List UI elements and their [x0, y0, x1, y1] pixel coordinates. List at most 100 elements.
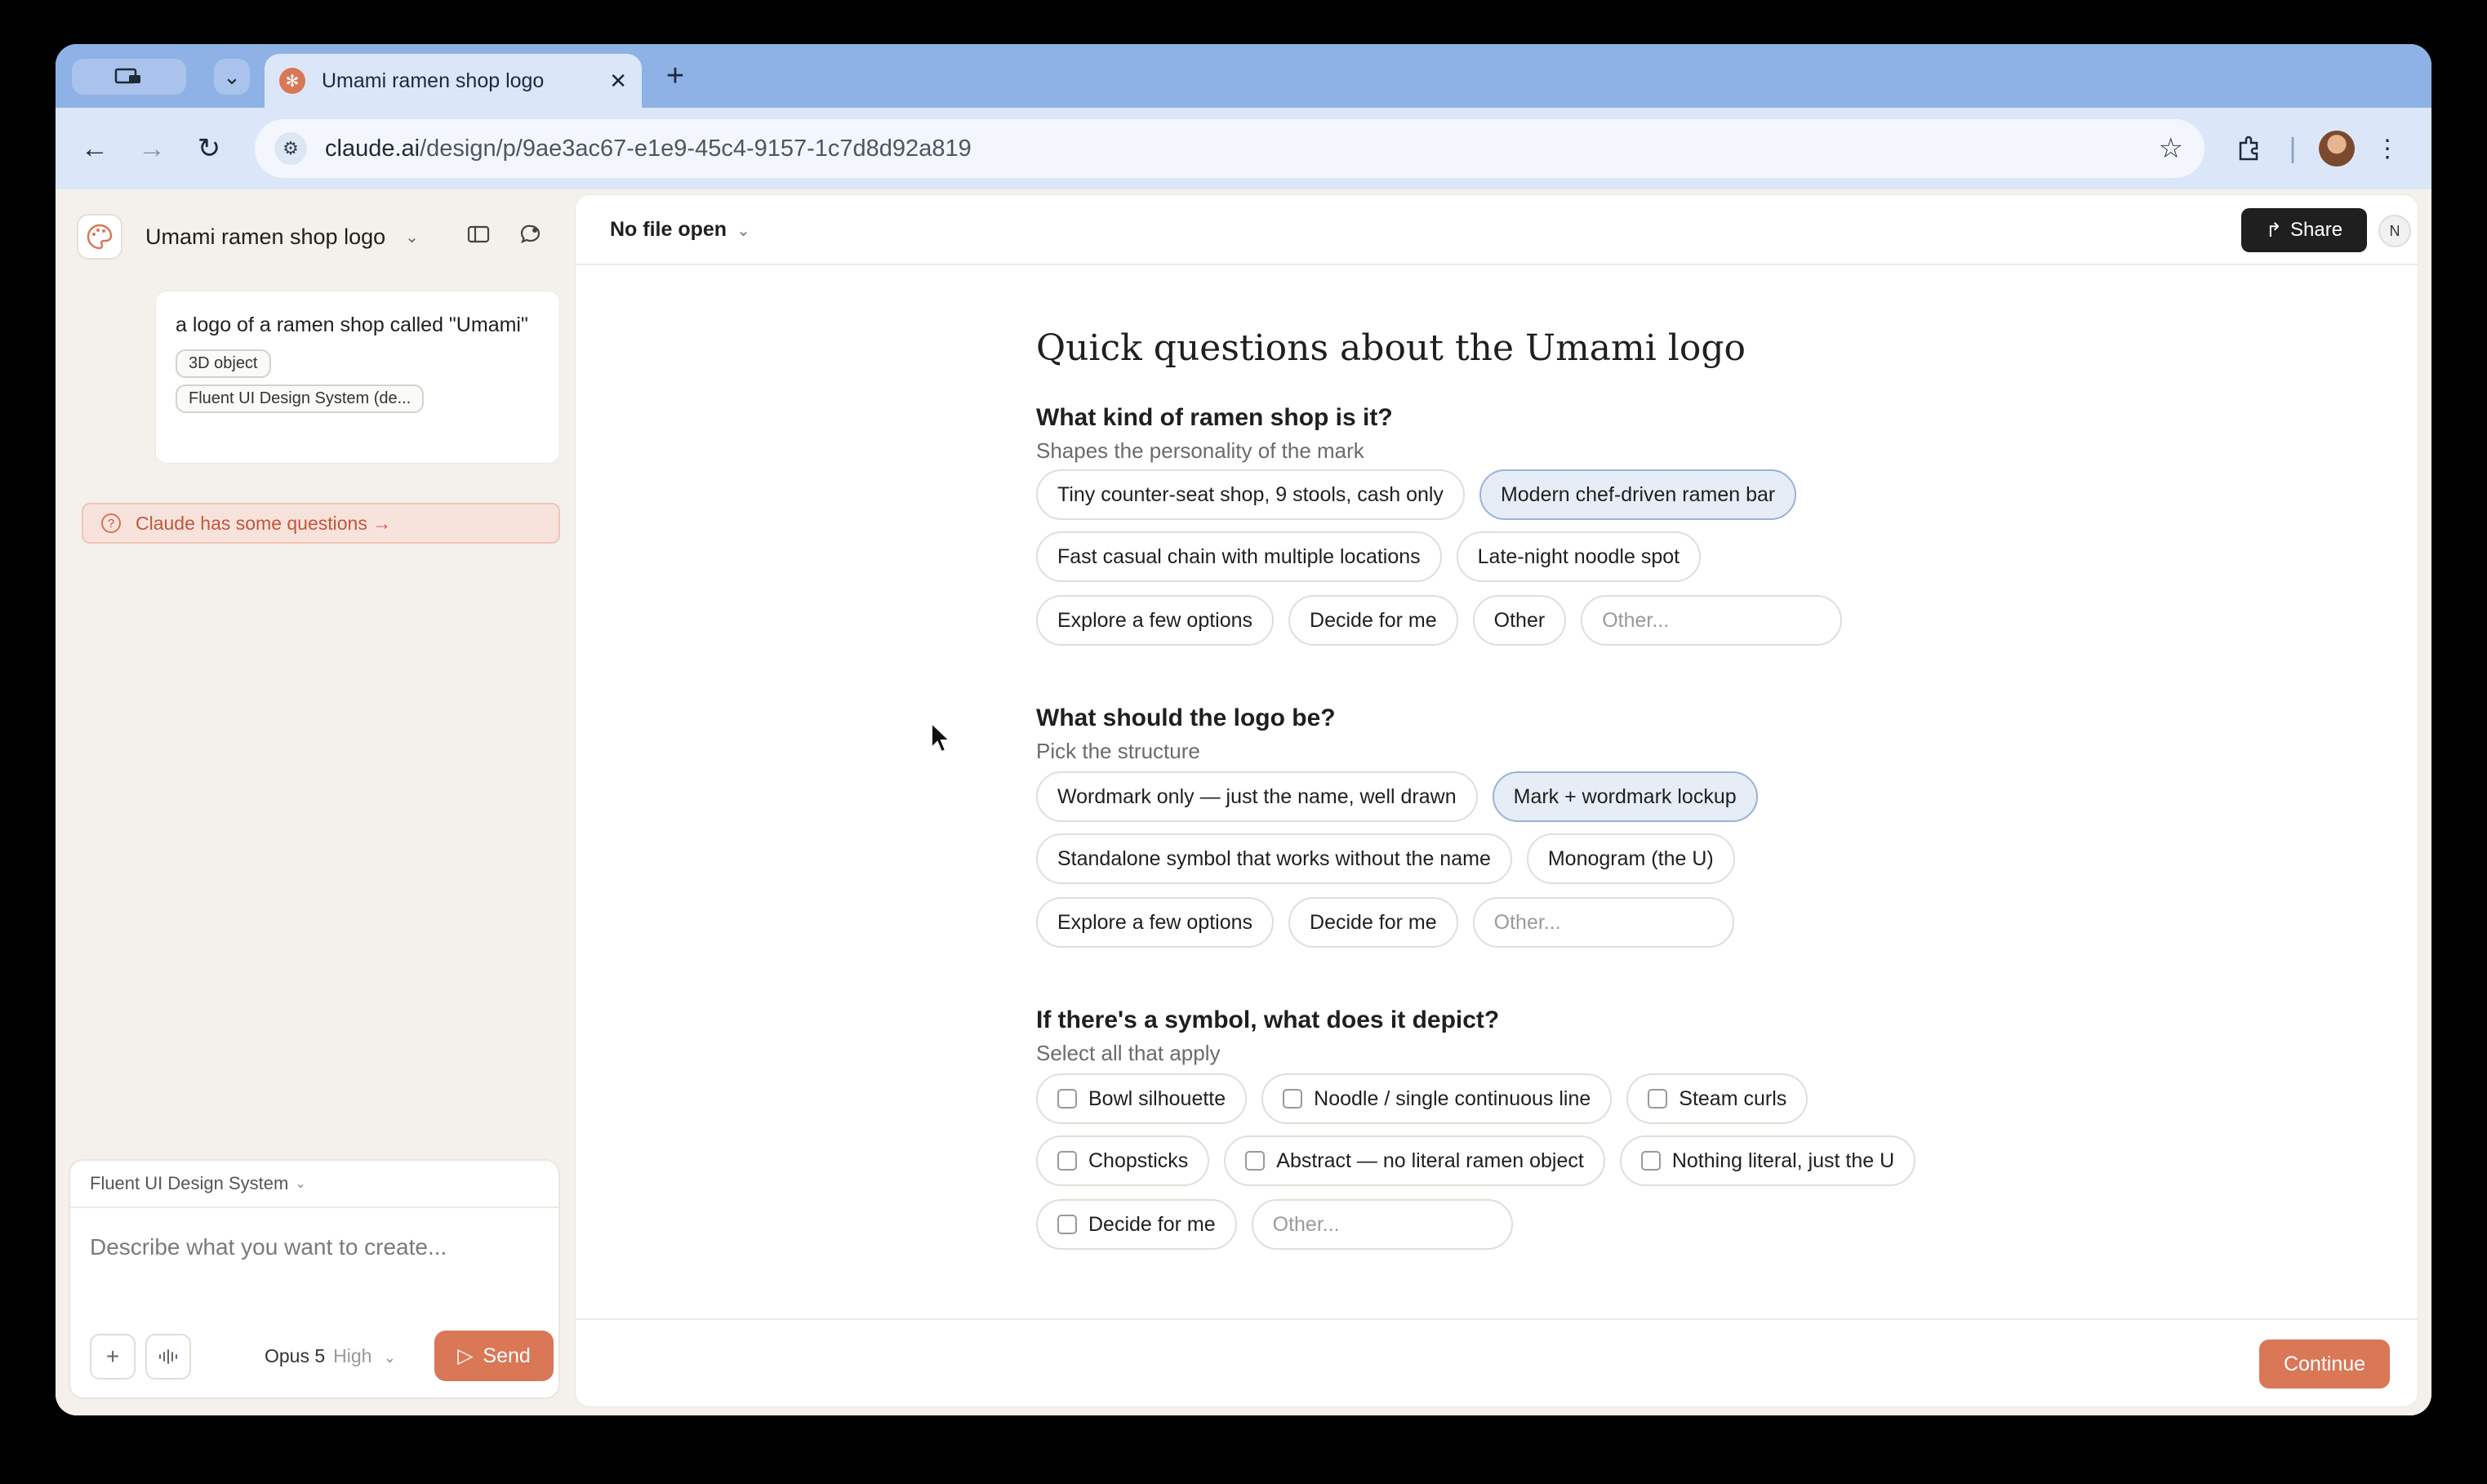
- tab-search-icon[interactable]: [72, 59, 186, 95]
- option-chip[interactable]: Wordmark only — just the name, well draw…: [1036, 771, 1478, 822]
- option-row: Explore a few options Decide for me Othe…: [1036, 595, 1843, 646]
- other-input[interactable]: Other...: [1472, 897, 1734, 948]
- checkbox-option[interactable]: Decide for me: [1036, 1199, 1237, 1250]
- effort-level: High: [333, 1345, 372, 1366]
- profile-avatar[interactable]: [2316, 127, 2358, 170]
- mouse-cursor-icon: [931, 722, 952, 753]
- add-attachment-button[interactable]: +: [90, 1334, 136, 1380]
- checkbox[interactable]: [1640, 1151, 1661, 1171]
- design-system-selector[interactable]: Fluent UI Design System ⌄: [70, 1161, 558, 1208]
- option-row: Chopsticks Abstract — no literal ramen o…: [1036, 1135, 1916, 1186]
- option-chip[interactable]: Late-night noodle spot: [1456, 531, 1702, 582]
- question-subtitle: Select all that apply: [1036, 1041, 1221, 1065]
- checkbox-option[interactable]: Nothing literal, just the U: [1619, 1135, 1916, 1186]
- option-row: Standalone symbol that works without the…: [1036, 833, 1735, 884]
- extensions-icon[interactable]: [2229, 127, 2270, 170]
- option-chip[interactable]: Monogram (the U): [1526, 833, 1735, 884]
- share-label: Share: [2290, 219, 2343, 241]
- main-panel: No file open ⌄ ↱ Share N Quick questions …: [575, 194, 2418, 1407]
- tab-close-icon[interactable]: ✕: [609, 69, 627, 94]
- send-icon: ▷: [457, 1344, 474, 1367]
- forward-icon[interactable]: →: [132, 129, 171, 168]
- checkbox-option[interactable]: Chopsticks: [1036, 1135, 1210, 1186]
- checkbox-label: Bowl silhouette: [1088, 1086, 1226, 1110]
- checkbox-option[interactable]: Bowl silhouette: [1036, 1073, 1248, 1124]
- file-selector-label: No file open: [610, 218, 727, 241]
- design-system-label: Fluent UI Design System: [90, 1173, 289, 1193]
- checkbox[interactable]: [1057, 1215, 1077, 1234]
- sidebar-toggle-icon[interactable]: [467, 224, 490, 250]
- checkbox-option[interactable]: Steam curls: [1626, 1073, 1809, 1124]
- model-name: Opus 5: [265, 1345, 326, 1366]
- checkbox[interactable]: [1283, 1089, 1303, 1109]
- checkbox-option[interactable]: Abstract — no literal ramen object: [1224, 1135, 1605, 1186]
- option-chip[interactable]: Standalone symbol that works without the…: [1036, 833, 1512, 884]
- attachment-tag[interactable]: Fluent UI Design System (de...: [176, 384, 425, 413]
- chevron-down-icon[interactable]: ⌄: [405, 227, 419, 247]
- checkbox[interactable]: [1648, 1089, 1668, 1109]
- question-label: What kind of ramen shop is it?: [1036, 404, 1393, 431]
- option-row: Fast casual chain with multiple location…: [1036, 531, 1702, 582]
- profile-photo: [2319, 131, 2355, 167]
- checkbox-label: Nothing literal, just the U: [1671, 1149, 1895, 1172]
- option-chip[interactable]: Decide for me: [1288, 595, 1458, 646]
- checkbox[interactable]: [1245, 1151, 1266, 1171]
- tab-list-chevron-icon[interactable]: ⌄: [214, 59, 250, 95]
- checkbox-option[interactable]: Noodle / single continuous line: [1261, 1073, 1613, 1124]
- toolbar-divider: |: [2289, 132, 2297, 164]
- option-chip-selected[interactable]: Mark + wordmark lockup: [1492, 771, 1758, 822]
- checkbox-label: Decide for me: [1088, 1212, 1216, 1236]
- model-selector[interactable]: Opus 5 High ⌄: [265, 1345, 396, 1367]
- other-input[interactable]: Other...: [1251, 1199, 1513, 1250]
- checkbox[interactable]: [1057, 1089, 1077, 1109]
- url-text: claude.ai/design/p/9ae3ac67-e1e9-45c4-91…: [325, 136, 972, 162]
- user-avatar[interactable]: N: [2378, 215, 2411, 247]
- claude-favicon-icon: ✻: [279, 68, 305, 94]
- question-icon: ?: [101, 513, 121, 533]
- voice-waveform-icon[interactable]: [145, 1334, 191, 1380]
- url-host: claude.ai: [325, 135, 420, 162]
- option-row: Bowl silhouette Noodle / single continuo…: [1036, 1073, 1809, 1124]
- address-bar[interactable]: ⚙ claude.ai/design/p/9ae3ac67-e1e9-45c4-…: [255, 119, 2204, 178]
- question-subtitle: Pick the structure: [1036, 739, 1200, 763]
- file-selector[interactable]: No file open ⌄: [610, 218, 750, 242]
- browser-window: ⌄ ✻ Umami ramen shop logo ✕ + ← → ↻ ⚙ cl…: [56, 44, 2431, 1415]
- option-chip[interactable]: Decide for me: [1288, 897, 1458, 948]
- send-button[interactable]: ▷ Send: [434, 1331, 554, 1381]
- option-row: Explore a few options Decide for me Othe…: [1036, 897, 1734, 948]
- user-message-card: a logo of a ramen shop called "Umami" 3D…: [155, 291, 560, 464]
- continue-button[interactable]: Continue: [2259, 1340, 2390, 1388]
- composer: Fluent UI Design System ⌄ + Opus 5 High ⌄…: [69, 1159, 560, 1399]
- question-subtitle: Shapes the personality of the mark: [1036, 438, 1364, 463]
- reload-icon[interactable]: ↻: [189, 129, 229, 168]
- browser-menu-icon[interactable]: ⋮: [2371, 127, 2404, 170]
- option-chip[interactable]: Fast casual chain with multiple location…: [1036, 531, 1442, 582]
- bookmark-star-icon[interactable]: ☆: [2159, 132, 2183, 165]
- checkbox[interactable]: [1057, 1151, 1077, 1171]
- project-header[interactable]: Umami ramen shop logo ⌄: [77, 211, 563, 263]
- option-chip[interactable]: Other: [1472, 595, 1567, 646]
- option-chip[interactable]: Explore a few options: [1036, 595, 1275, 646]
- back-icon[interactable]: ←: [75, 129, 114, 168]
- attachment-tag[interactable]: 3D object: [176, 349, 271, 378]
- chevron-down-icon: ⌄: [295, 1177, 306, 1191]
- new-tab-icon[interactable]: +: [656, 57, 694, 95]
- project-title: Umami ramen shop logo: [145, 224, 386, 249]
- palette-icon: [77, 214, 122, 260]
- option-chip[interactable]: Tiny counter-seat shop, 9 stools, cash o…: [1036, 469, 1465, 520]
- questions-notice[interactable]: ? Claude has some questions →: [82, 503, 560, 544]
- question-label: If there's a symbol, what does it depict…: [1036, 1006, 1500, 1033]
- tab-active[interactable]: ✻ Umami ramen shop logo ✕: [265, 54, 642, 108]
- option-row: Decide for me Other...: [1036, 1199, 1513, 1250]
- comments-icon[interactable]: [519, 224, 542, 251]
- site-info-icon[interactable]: ⚙: [274, 132, 307, 165]
- prompt-input[interactable]: [90, 1223, 531, 1272]
- other-input[interactable]: Other...: [1581, 595, 1843, 646]
- option-chip-selected[interactable]: Modern chef-driven ramen bar: [1479, 469, 1797, 520]
- share-button[interactable]: ↱ Share: [2241, 208, 2367, 252]
- url-path: /design/p/9ae3ac67-e1e9-45c4-9157-1c7d8d…: [420, 135, 972, 162]
- option-chip[interactable]: Explore a few options: [1036, 897, 1275, 948]
- option-row: Wordmark only — just the name, well draw…: [1036, 771, 1758, 822]
- chevron-down-icon: ⌄: [383, 1349, 396, 1366]
- sidebar: Umami ramen shop logo ⌄ a logo of a rame…: [56, 189, 572, 1415]
